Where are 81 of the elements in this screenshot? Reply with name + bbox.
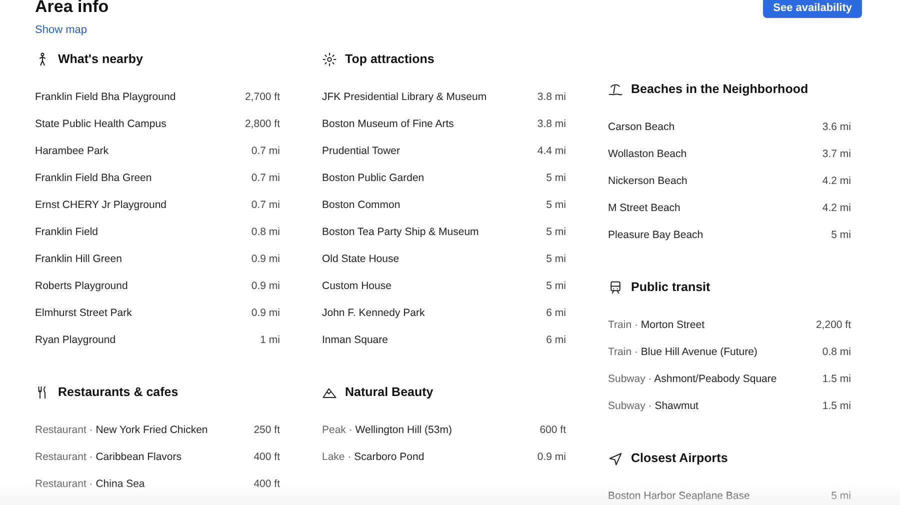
distance-text: 0.9 mi [251,306,280,318]
place-name: Train · Blue Hill Avenue (Future) [608,346,758,358]
distance-text: 0.8 mi [822,346,851,358]
distance-text: 5 mi [831,490,851,502]
distance-text: 5 mi [546,198,566,210]
distance-text: 4.2 mi [822,202,851,214]
distance-text: 0.7 mi [251,198,280,210]
distance-text: 2,700 ft [244,90,280,102]
place-name: Franklin Hill Green [35,252,122,264]
place-name: Nickerson Beach [608,174,688,186]
place-name: Peak · Wellington Hill (53m) [322,424,452,436]
place-name: State Public Health Campus [35,118,166,130]
page-title: Area info [35,0,109,14]
distance-text: 0.7 mi [251,144,280,156]
distance-text: 0.8 mi [251,226,280,238]
place-name: Restaurant · New York Fried Chicken [35,424,208,436]
distance-text: 0.7 mi [251,172,280,184]
distance-text: 6 mi [546,334,566,346]
distance-text: 400 ft [254,478,280,490]
place-name: Elmhurst Street Park [35,306,132,318]
place-name: Restaurant · China Sea [35,478,145,490]
distance-text: 5 mi [831,228,851,240]
distance-text: 1 mi [260,334,280,346]
distance-text: 4.2 mi [822,174,851,186]
place-name: Franklin Field Bha Green [35,172,152,184]
distance-text: 1.5 mi [822,372,851,384]
distance-text: 250 ft [254,424,280,436]
distance-text: 2,800 ft [244,118,280,130]
place-name: Boston Harbor Seaplane Base [608,490,750,502]
section-heading: Beaches in the Neighborhood [631,82,808,96]
distance-text: 600 ft [540,424,566,436]
place-name: Subway · Ashmont/Peabody Square [608,372,777,384]
place-name: Boston Tea Party Ship & Museum [322,226,479,238]
place-name: Pleasure Bay Beach [608,228,704,240]
place-name: Subway · Shawmut [608,400,698,412]
distance-text: 3.6 mi [822,120,851,132]
place-name: Harambee Park [35,144,109,156]
place-name: Boston Museum of Fine Arts [322,118,454,130]
distance-text: 2,200 ft [816,318,851,330]
distance-text: 5 mi [546,252,566,264]
section-heading: Natural Beauty [345,385,434,399]
place-name: M Street Beach [608,202,680,214]
section-heading: Top attractions [345,52,434,66]
distance-text: 0.9 mi [537,450,566,462]
distance-text: 1.5 mi [822,400,851,412]
place-name: Ernst CHERY Jr Playground [35,198,167,210]
place-name: Inman Square [322,334,388,346]
place-name: Ryan Playground [35,334,116,346]
place-name: Lake · Scarboro Pond [322,450,424,462]
place-name: Prudential Tower [322,144,400,156]
section-heading: Closest Airports [631,451,728,465]
distance-text: 3.8 mi [537,90,566,102]
section-heading: Public transit [631,280,710,294]
distance-text: 3.7 mi [822,148,851,160]
distance-text: 3.8 mi [537,118,566,130]
distance-text: 0.9 mi [251,280,280,292]
place-name: Franklin Field [35,226,98,238]
distance-text: 5 mi [546,172,566,184]
place-name: Roberts Playground [35,280,128,292]
distance-text: 4.4 mi [537,144,566,156]
place-name: Boston Common [322,198,400,210]
place-name: Old State House [322,252,400,264]
train-icon [608,280,623,294]
place-name: John F. Kennedy Park [322,306,425,318]
place-name: Train · Morton Street [608,318,705,330]
section-heading: Restaurants & cafes [58,385,178,399]
place-name: Restaurant · Caribbean Flavors [35,450,182,462]
distance-text: 400 ft [254,450,280,462]
see-availability-button[interactable]: See availability [763,0,862,18]
section-heading: What's nearby [58,52,143,66]
distance-text: 6 mi [546,306,566,318]
distance-text: 0.9 mi [251,252,280,264]
place-name: Boston Public Garden [322,172,424,184]
place-name: JFK Presidential Library & Museum [322,90,487,102]
place-name: Franklin Field Bha Playground [35,90,176,102]
place-name: Wollaston Beach [608,148,687,160]
distance-text: 5 mi [546,226,566,238]
distance-text: 5 mi [546,280,566,292]
place-name: Carson Beach [608,120,675,132]
show-map-link[interactable]: Show map [35,24,87,36]
place-name: Custom House [322,280,392,292]
